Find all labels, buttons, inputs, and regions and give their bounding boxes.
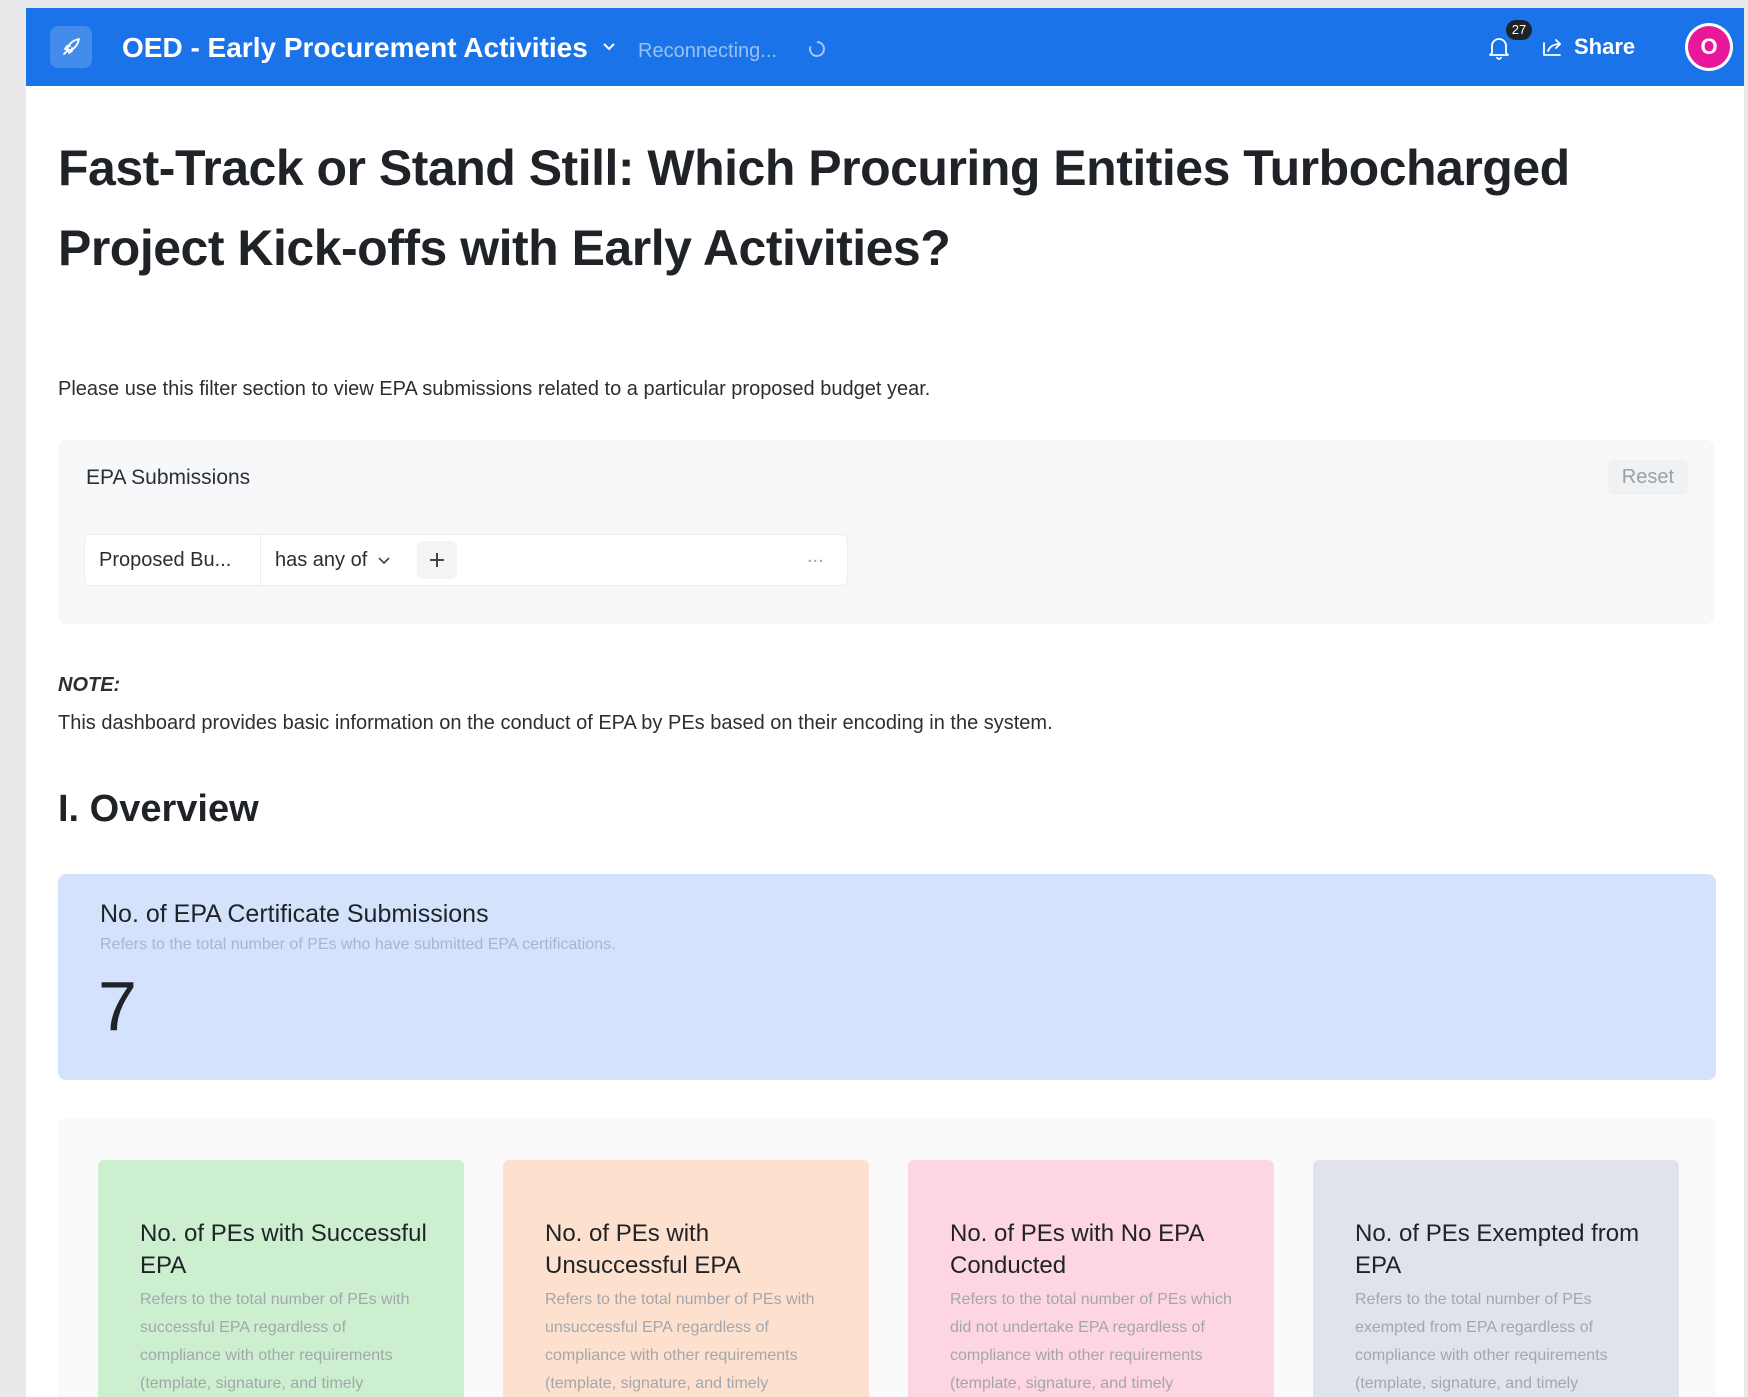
kpi-description: Refers to the total number of PEs who ha… (100, 936, 616, 953)
filter-intro-text: Please use this filter section to view E… (58, 378, 931, 400)
dashboard-title[interactable]: OED - Early Procurement Activities (122, 32, 588, 64)
card-title: No. of PEs with Successful EPA (140, 1220, 427, 1279)
pe-breakdown-cards: No. of PEs with Successful EPA Refers to… (58, 1118, 1716, 1397)
share-button[interactable]: Share (1542, 30, 1635, 64)
filter-panel-title: EPA Submissions (86, 466, 251, 489)
card-description: Refers to the total number of PEs exempt… (1355, 1291, 1608, 1392)
filter-panel: EPA Submissions Reset Proposed Bu... has… (58, 440, 1714, 624)
notification-count-badge: 27 (1506, 20, 1532, 40)
chevron-down-icon (378, 557, 390, 565)
kpi-value: 7 (98, 967, 137, 1045)
epa-certificate-submissions-card: No. of EPA Certificate Submissions Refer… (58, 874, 1716, 1080)
filter-field-select[interactable]: Proposed Bu... (85, 535, 261, 585)
filter-operator-label: has any of (275, 548, 368, 571)
add-filter-value-button[interactable] (417, 541, 457, 579)
reset-button[interactable]: Reset (1607, 460, 1688, 495)
overview-section-title: I. Overview (58, 788, 259, 830)
chevron-down-icon[interactable] (601, 38, 617, 54)
page-title: Fast-Track or Stand Still: Which Procuri… (58, 140, 1570, 276)
share-label: Share (1574, 34, 1636, 59)
spinner-icon (809, 41, 825, 57)
kpi-title: No. of EPA Certificate Submissions (100, 900, 489, 928)
card-title: No. of PEs with No EPA Conducted (950, 1220, 1203, 1279)
plus-icon (430, 553, 444, 567)
connection-status: Reconnecting... (638, 40, 777, 62)
card-description: Refers to the total number of PEs which … (950, 1291, 1232, 1392)
note-label: NOTE: (58, 674, 121, 696)
filter-operator-select[interactable]: has any of (261, 535, 409, 585)
exempted-from-epa-card: No. of PEs Exempted from EPA Refers to t… (1313, 1160, 1679, 1397)
no-epa-conducted-card: No. of PEs with No EPA Conducted Refers … (908, 1160, 1274, 1397)
rocket-icon[interactable] (50, 26, 92, 68)
more-options-button[interactable]: ... (807, 545, 824, 568)
note-text: This dashboard provides basic informatio… (58, 712, 1053, 734)
card-description: Refers to the total number of PEs with s… (140, 1291, 410, 1392)
share-icon (1543, 39, 1561, 56)
dashboard-window: OED - Early Procurement Activities Recon… (26, 8, 1744, 1397)
unsuccessful-epa-card: No. of PEs with Unsuccessful EPA Refers … (503, 1160, 869, 1397)
bell-icon[interactable] (1488, 36, 1510, 60)
successful-epa-card: No. of PEs with Successful EPA Refers to… (98, 1160, 464, 1397)
user-avatar[interactable]: O (1688, 26, 1730, 68)
top-bar: OED - Early Procurement Activities Recon… (26, 8, 1744, 86)
card-description: Refers to the total number of PEs with u… (545, 1291, 815, 1392)
card-title: No. of PEs Exempted from EPA (1355, 1220, 1640, 1279)
card-title: No. of PEs with Unsuccessful EPA (545, 1220, 741, 1279)
filter-condition-row: Proposed Bu... has any of ... (84, 534, 848, 586)
